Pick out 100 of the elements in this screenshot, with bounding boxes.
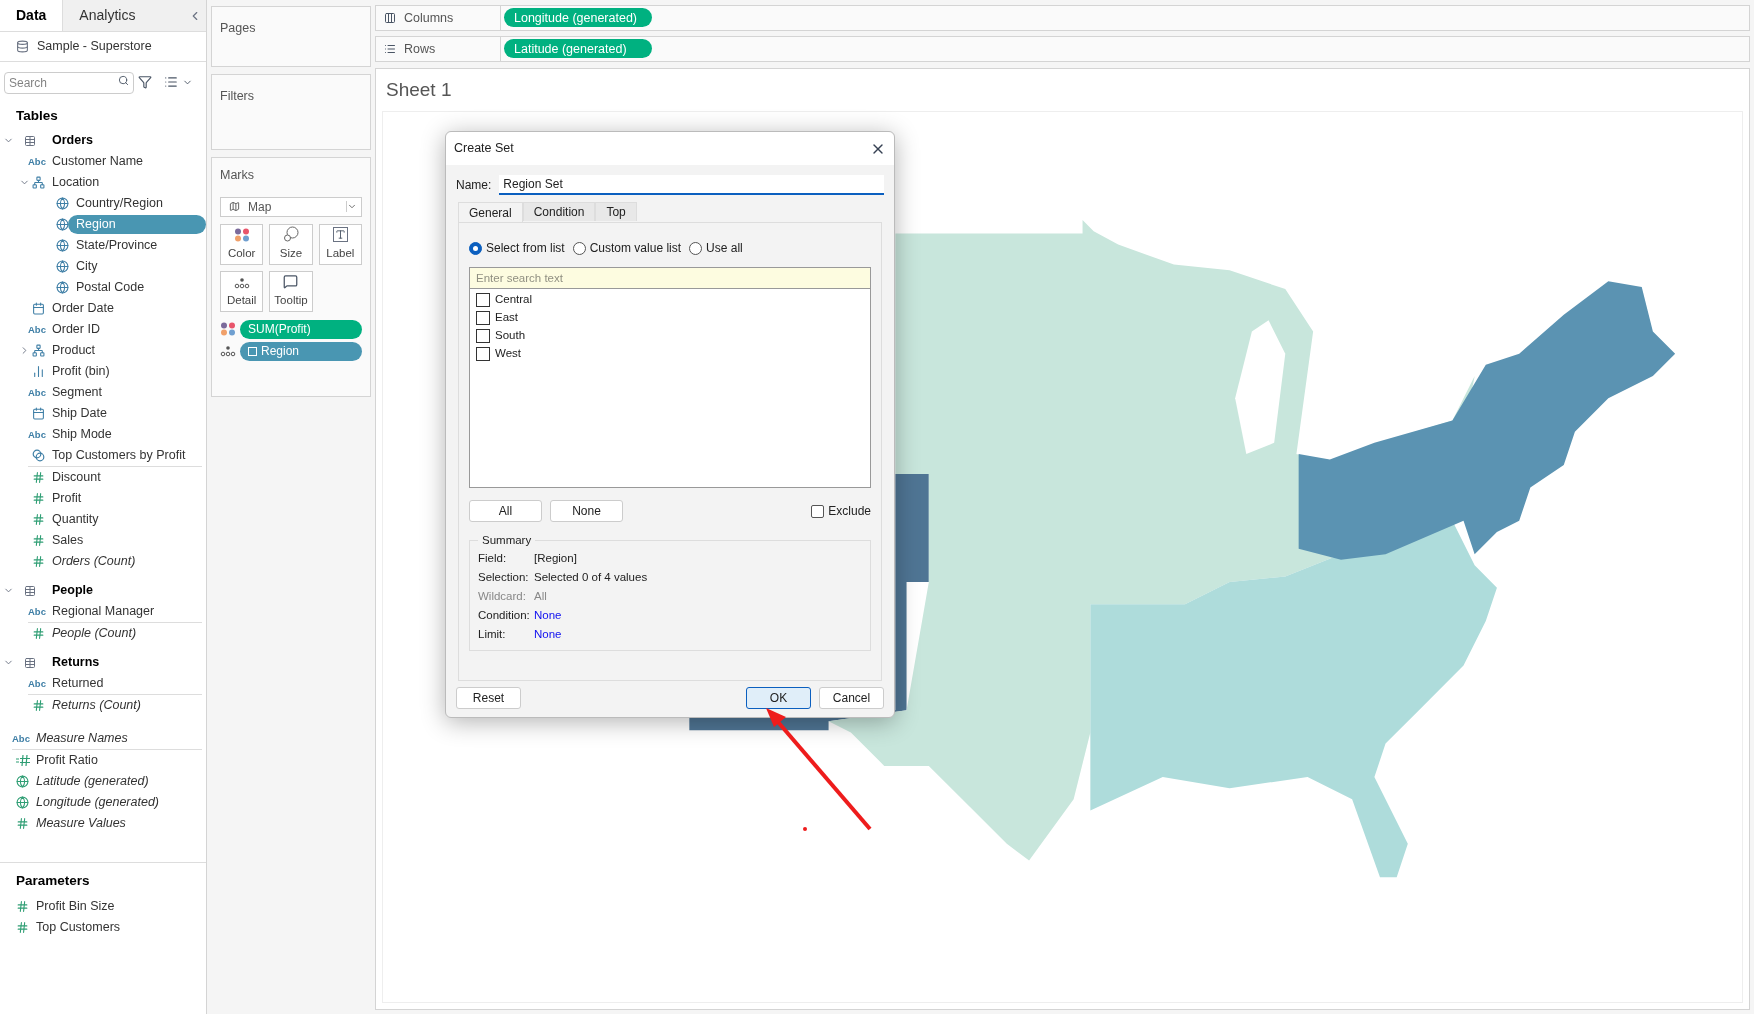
field-item[interactable]: Latitude (generated)	[28, 772, 157, 792]
section-heading: Parameters	[15, 872, 91, 891]
speech-bubble-icon	[283, 273, 299, 289]
summary-link[interactable]: None	[534, 626, 562, 644]
checkbox[interactable]	[476, 329, 490, 343]
field-item[interactable]: Postal Code	[68, 278, 153, 298]
table-name[interactable]: Orders	[52, 131, 93, 151]
set-icon	[32, 449, 45, 463]
datasource-name[interactable]: Sample - Superstore	[37, 37, 152, 56]
table-icon	[24, 584, 36, 597]
field-item[interactable]: City	[68, 257, 106, 277]
field-item[interactable]: Country/Region	[68, 194, 171, 214]
expand-box-icon	[248, 346, 257, 356]
search-icon	[118, 75, 129, 86]
list-item-label[interactable]: East	[495, 309, 518, 327]
field-item[interactable]: Order Date	[44, 299, 122, 319]
summary-label: Limit:	[478, 627, 507, 643]
list-item-label[interactable]: South	[495, 327, 526, 345]
hash-icon	[32, 627, 45, 641]
mark-property-button[interactable]: Tooltip	[269, 270, 313, 312]
checkbox[interactable]	[476, 311, 490, 325]
name-field[interactable]: Region Set	[499, 175, 884, 195]
list-item-label[interactable]: Central	[495, 291, 533, 309]
field-item[interactable]: Profit Ratio	[28, 751, 106, 771]
text-type-icon: Abc	[28, 427, 48, 442]
size-circles-icon	[283, 225, 299, 242]
globe-icon	[56, 260, 69, 274]
mark-property-button[interactable]: Detail	[220, 270, 264, 312]
field-item[interactable]: Sales	[44, 531, 92, 551]
mark-property-button[interactable]: Color	[220, 223, 264, 265]
hierarchy-icon	[32, 176, 45, 190]
text-type-icon: Abc	[12, 731, 32, 746]
field-item[interactable]: Profit Bin Size	[28, 896, 123, 916]
field-item[interactable]: State/Province	[68, 236, 166, 256]
table-name[interactable]: People	[52, 581, 93, 601]
pane-tab[interactable]: Analytics	[62, 0, 188, 31]
radio-button[interactable]	[689, 241, 703, 255]
checkbox[interactable]	[476, 347, 490, 361]
summary-label: Wildcard:	[478, 589, 527, 605]
columns-icon	[384, 12, 396, 24]
field-item[interactable]: Orders (Count)	[44, 552, 144, 572]
mark-property-button[interactable]: Label	[318, 223, 362, 265]
field-item[interactable]: Quantity	[44, 510, 107, 530]
mark-property-button[interactable]: Size	[269, 223, 313, 265]
field-item[interactable]: Top Customers by Profit	[44, 446, 194, 466]
radio-button[interactable]	[572, 241, 586, 255]
radio-label[interactable]: Use all	[706, 239, 743, 257]
radio-button[interactable]	[469, 241, 482, 255]
hash-icon	[32, 534, 45, 548]
field-item[interactable]: Discount	[44, 468, 109, 488]
dialog-button[interactable]: Cancel	[819, 687, 884, 709]
search-field[interactable]: Enter search text	[470, 268, 870, 289]
checkbox-label[interactable]: Exclude	[828, 502, 871, 520]
radio-label[interactable]: Custom value list	[589, 239, 682, 257]
radio-label[interactable]: Select from list	[486, 239, 565, 257]
group-title: Summary	[481, 533, 533, 548]
field-item[interactable]: Returns (Count)	[44, 696, 149, 716]
search-field[interactable]: Search	[4, 72, 134, 94]
card-title: Pages	[220, 21, 256, 35]
checkbox[interactable]	[811, 504, 825, 518]
field-label: Name:	[456, 177, 492, 194]
dialog-title: Create Set	[454, 140, 514, 158]
filter-icon[interactable]	[138, 75, 152, 89]
table-name[interactable]: Returns	[52, 653, 100, 673]
dialog-tab[interactable]: Top	[595, 202, 637, 221]
card-title: Marks	[220, 167, 256, 184]
dropdown-icon	[346, 201, 357, 213]
field-item[interactable]: People (Count)	[44, 624, 145, 644]
field-item[interactable]: Ship Date	[44, 404, 115, 424]
section-heading: Tables	[15, 107, 59, 125]
field-item[interactable]: Longitude (generated)	[28, 793, 167, 813]
summary-value: All	[534, 589, 547, 605]
list-item-label[interactable]: West	[495, 345, 521, 363]
view-options-icon[interactable]	[164, 75, 178, 89]
field-item[interactable]: Location	[44, 173, 108, 193]
field-item[interactable]: Profit	[44, 489, 90, 509]
color-dots-icon	[220, 322, 236, 337]
calculated-hash-icon	[16, 754, 32, 768]
dialog-tab[interactable]: Condition	[522, 202, 596, 221]
shelf-label: Rows	[404, 40, 436, 58]
color-dots-icon	[233, 227, 250, 242]
field-item[interactable]: Profit (bin)	[44, 362, 118, 382]
field-item[interactable]: Top Customers	[28, 917, 129, 937]
field-item[interactable]: Measure Values	[28, 814, 134, 834]
dialog-button[interactable]: Reset	[456, 687, 521, 709]
card-title: Filters	[220, 89, 255, 103]
hash-icon	[32, 699, 45, 713]
field-item[interactable]: Product	[44, 341, 104, 361]
globe-icon	[16, 775, 29, 789]
dialog-button[interactable]: OK	[746, 687, 811, 709]
text-type-icon: Abc	[28, 676, 48, 691]
list-action-button[interactable]: None	[550, 500, 623, 522]
list-action-button[interactable]: All	[469, 500, 542, 522]
dialog-tab[interactable]: General	[458, 202, 523, 222]
rows-icon	[384, 42, 396, 55]
hash-icon	[32, 513, 45, 527]
mark-type-dropdown[interactable]: Map	[220, 196, 362, 217]
globe-icon	[56, 281, 69, 295]
checkbox[interactable]	[476, 293, 490, 307]
summary-link[interactable]: None	[534, 607, 562, 625]
